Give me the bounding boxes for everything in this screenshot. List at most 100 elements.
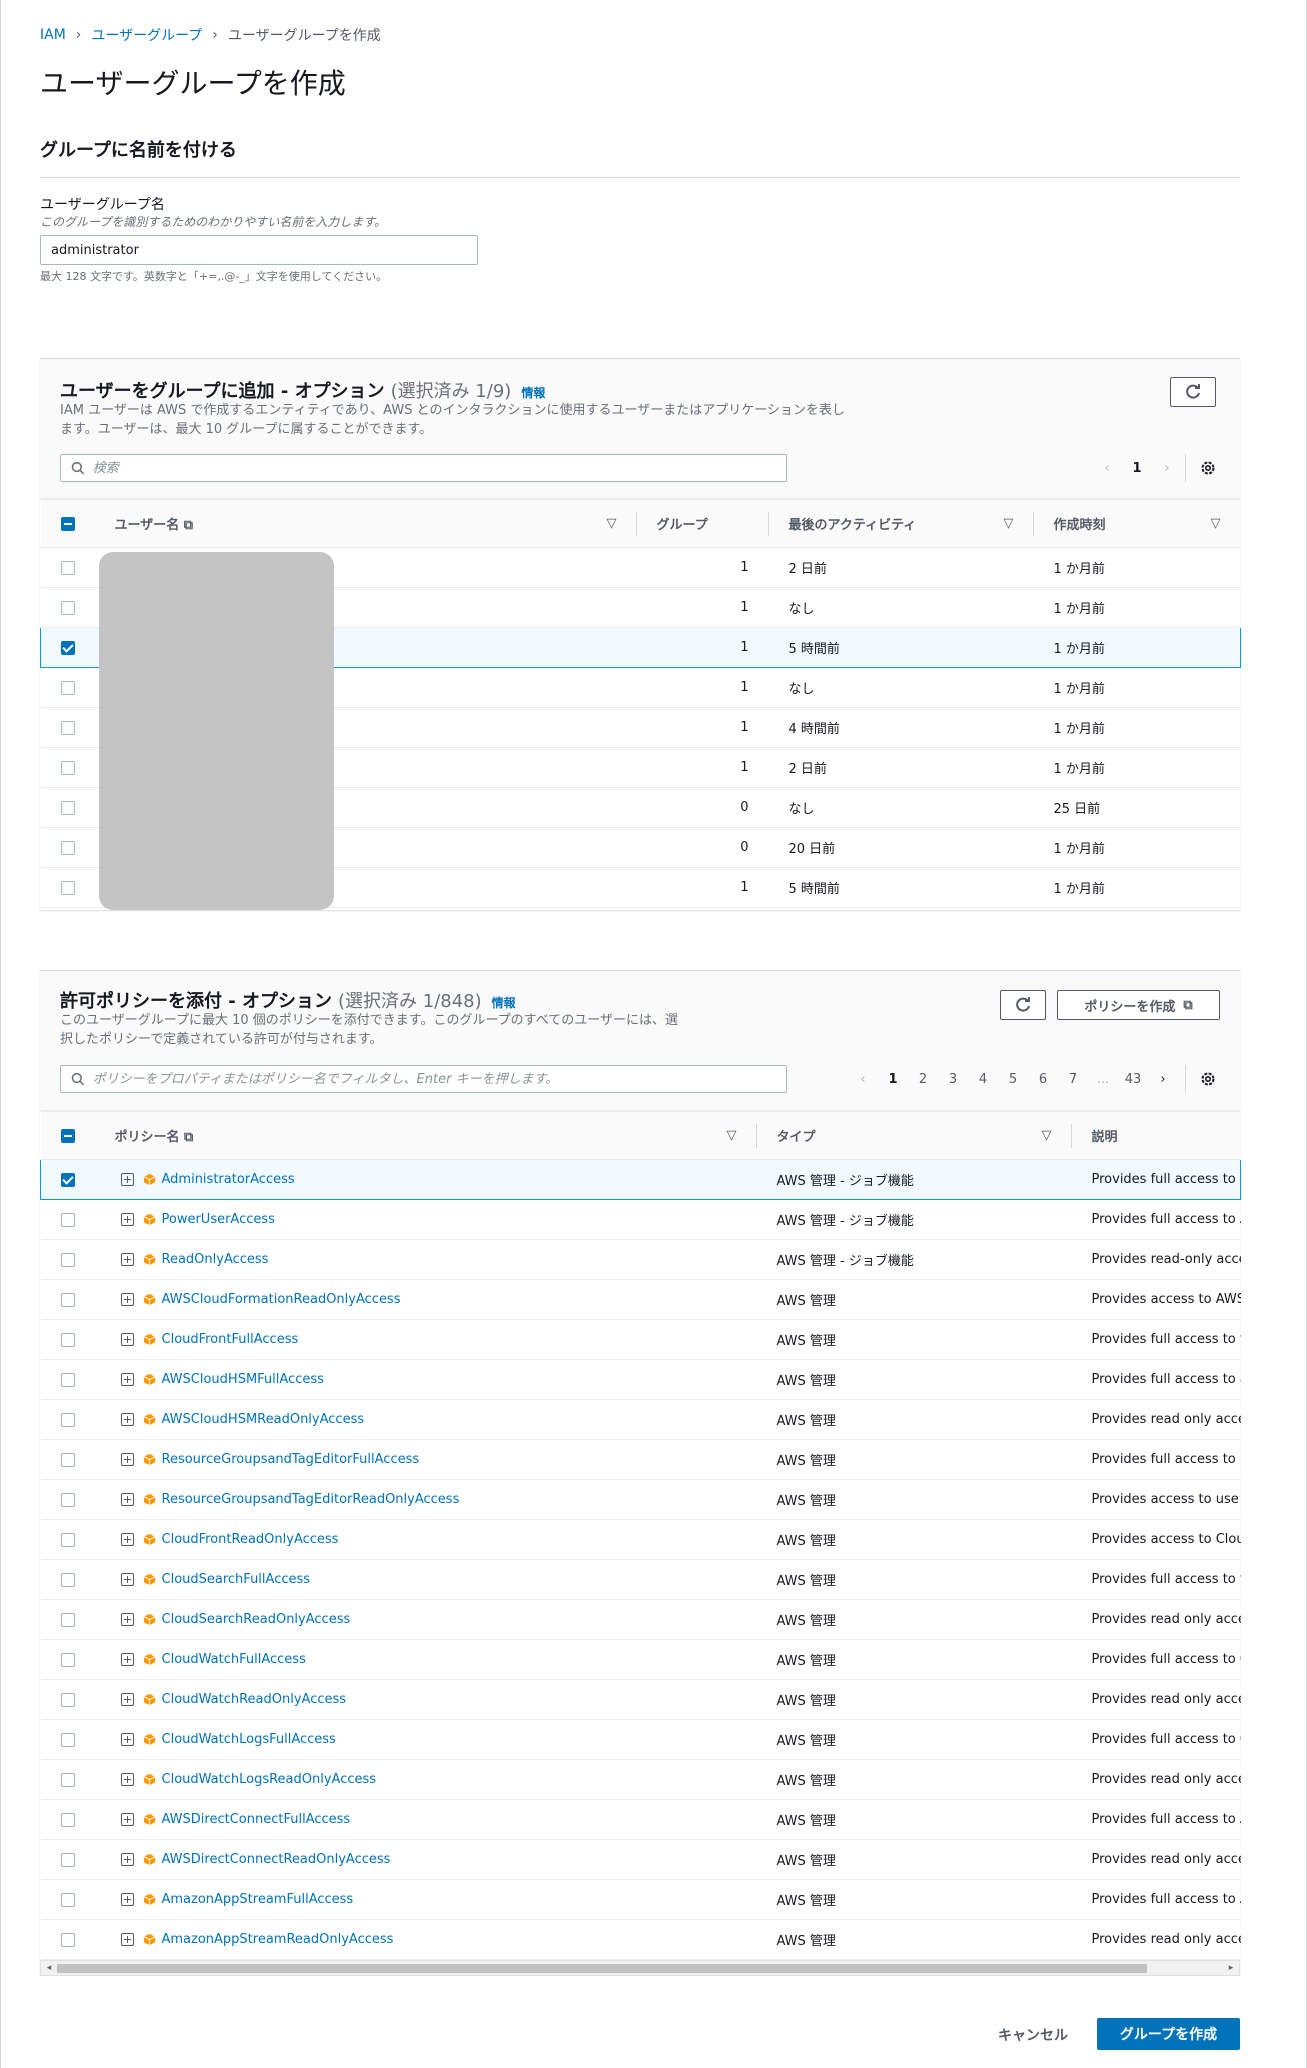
row-select[interactable]	[40, 1239, 95, 1280]
row-select[interactable]	[40, 1919, 95, 1960]
table-row[interactable]: CloudFrontReadOnlyAccess AWS 管理 Provides a…	[40, 1519, 1241, 1560]
row-checkbox[interactable]	[60, 1372, 75, 1387]
users-search-box[interactable]	[60, 454, 787, 482]
pager-page[interactable]: 1	[878, 1072, 908, 1087]
row-select[interactable]	[40, 707, 95, 748]
table-row[interactable]: CloudSearchReadOnlyAccess AWS 管理 Provides …	[40, 1599, 1241, 1640]
expand-plus-icon[interactable]	[120, 1893, 134, 1906]
create-group-button[interactable]: グループを作成	[1097, 2018, 1240, 2050]
row-checkbox[interactable]	[60, 1532, 75, 1547]
row-checkbox[interactable]	[60, 1772, 75, 1787]
expand-plus-icon[interactable]	[120, 1213, 134, 1226]
row-checkbox[interactable]	[60, 1812, 75, 1827]
expand-plus-icon[interactable]	[120, 1413, 134, 1426]
select-all-users[interactable]	[40, 499, 95, 548]
table-row[interactable]: AWSCloudFormationReadOnlyAccess AWS 管理 Pro…	[40, 1279, 1241, 1320]
policy-name-link[interactable]: AWSCloudFormationReadOnlyAccess	[162, 1292, 401, 1307]
table-row[interactable]: CloudFrontFullAccess AWS 管理 Provides full …	[40, 1319, 1241, 1360]
expand-plus-icon[interactable]	[120, 1453, 134, 1466]
policy-name-link[interactable]: CloudWatchReadOnlyAccess	[162, 1692, 347, 1707]
row-select[interactable]	[40, 1679, 95, 1720]
col-description[interactable]: 説明	[1071, 1111, 1241, 1160]
breadcrumb-user-groups[interactable]: ユーザーグループ	[91, 25, 202, 45]
row-checkbox[interactable]	[60, 720, 75, 735]
col-type[interactable]: タイプ ▽	[756, 1111, 1072, 1160]
row-select[interactable]	[40, 1559, 95, 1600]
table-row[interactable]: CloudSearchFullAccess AWS 管理 Provides full…	[40, 1559, 1241, 1600]
table-row[interactable]: AdministratorAccess AWS 管理 - ジョブ機能 Provide…	[40, 1159, 1241, 1200]
select-all-checkbox[interactable]	[60, 1128, 75, 1143]
refresh-policies-button[interactable]	[1000, 990, 1046, 1020]
select-all-checkbox[interactable]	[60, 516, 75, 531]
row-select[interactable]	[40, 867, 95, 908]
table-row[interactable]: AWSDirectConnectReadOnlyAccess AWS 管理 Prov…	[40, 1839, 1241, 1880]
table-row[interactable]: AWSDirectConnectFullAccess AWS 管理 Provides…	[40, 1799, 1241, 1840]
row-select[interactable]	[40, 1439, 95, 1480]
policy-name-link[interactable]: AWSDirectConnectFullAccess	[162, 1812, 351, 1827]
expand-plus-icon[interactable]	[120, 1933, 134, 1946]
expand-plus-icon[interactable]	[120, 1173, 134, 1186]
col-username[interactable]: ユーザー名 ⧉ ▽	[94, 499, 637, 548]
pager-page[interactable]: 6	[1028, 1072, 1058, 1087]
row-checkbox[interactable]	[60, 560, 75, 575]
group-name-input[interactable]	[40, 235, 478, 265]
scroll-left-icon[interactable]: ◂	[41, 1961, 57, 1975]
policy-table-scrollbar[interactable]: ◂ ▸	[40, 1960, 1240, 1976]
users-info-link[interactable]: 情報	[521, 384, 545, 401]
row-select[interactable]	[40, 1799, 95, 1840]
pager-prev-icon[interactable]: ‹	[1092, 461, 1122, 476]
row-select[interactable]	[40, 667, 95, 708]
scroll-right-icon[interactable]: ▸	[1223, 1961, 1239, 1975]
policy-name-link[interactable]: AmazonAppStreamFullAccess	[162, 1892, 354, 1907]
policy-name-link[interactable]: CloudFrontReadOnlyAccess	[162, 1532, 339, 1547]
policy-name-link[interactable]: CloudWatchLogsReadOnlyAccess	[162, 1772, 377, 1787]
table-row[interactable]: ReadOnlyAccess AWS 管理 - ジョブ機能 Provides rea…	[40, 1239, 1241, 1280]
table-row[interactable]: PowerUserAccess AWS 管理 - ジョブ機能 Provides fu…	[40, 1199, 1241, 1240]
row-checkbox[interactable]	[60, 1412, 75, 1427]
row-checkbox[interactable]	[60, 1932, 75, 1947]
pager-page[interactable]: 4	[968, 1072, 998, 1087]
users-search-input[interactable]	[92, 460, 786, 476]
pager-next-icon[interactable]: ›	[1148, 1072, 1178, 1087]
policy-name-link[interactable]: ResourceGroupsandTagEditorReadOnlyAccess	[162, 1492, 460, 1507]
row-select[interactable]	[40, 547, 95, 588]
expand-plus-icon[interactable]	[120, 1733, 134, 1746]
table-row[interactable]: CloudWatchLogsFullAccess AWS 管理 Provides f…	[40, 1719, 1241, 1760]
row-checkbox[interactable]	[60, 600, 75, 615]
row-checkbox[interactable]	[60, 1732, 75, 1747]
table-row[interactable]: AmazonAppStreamReadOnlyAccess AWS 管理 Provi…	[40, 1919, 1241, 1960]
row-checkbox[interactable]	[60, 1452, 75, 1467]
policy-search-box[interactable]	[60, 1065, 787, 1093]
row-checkbox[interactable]	[61, 1172, 75, 1187]
expand-plus-icon[interactable]	[120, 1613, 134, 1626]
table-row[interactable]: CloudWatchLogsReadOnlyAccess AWS 管理 Provid…	[40, 1759, 1241, 1800]
policy-name-link[interactable]: AWSDirectConnectReadOnlyAccess	[162, 1852, 391, 1867]
row-select[interactable]	[40, 1159, 95, 1200]
policy-name-link[interactable]: PowerUserAccess	[162, 1212, 275, 1227]
breadcrumb-iam[interactable]: IAM	[40, 27, 66, 43]
row-checkbox[interactable]	[60, 680, 75, 695]
expand-plus-icon[interactable]	[120, 1653, 134, 1666]
table-row[interactable]: AWSCloudHSMReadOnlyAccess AWS 管理 Provides …	[40, 1399, 1241, 1440]
pager-next-icon[interactable]: ›	[1152, 461, 1182, 476]
gear-icon[interactable]	[1198, 458, 1218, 478]
row-checkbox[interactable]	[60, 1332, 75, 1347]
expand-plus-icon[interactable]	[120, 1773, 134, 1786]
row-checkbox[interactable]	[60, 1252, 75, 1267]
pager-page[interactable]: 5	[998, 1072, 1028, 1087]
expand-plus-icon[interactable]	[120, 1373, 134, 1386]
pager-page[interactable]: 3	[938, 1072, 968, 1087]
pager-page[interactable]: 43	[1118, 1072, 1148, 1087]
col-policy-name[interactable]: ポリシー名 ⧉ ▽	[94, 1111, 757, 1160]
row-checkbox[interactable]	[60, 1212, 75, 1227]
row-checkbox[interactable]	[60, 1852, 75, 1867]
expand-plus-icon[interactable]	[120, 1253, 134, 1266]
table-row[interactable]: AmazonAppStreamFullAccess AWS 管理 Provides …	[40, 1879, 1241, 1920]
policy-name-link[interactable]: CloudWatchLogsFullAccess	[162, 1732, 336, 1747]
row-checkbox[interactable]	[60, 1492, 75, 1507]
policy-info-link[interactable]: 情報	[492, 994, 516, 1011]
row-checkbox[interactable]	[60, 1572, 75, 1587]
row-select[interactable]	[40, 1359, 95, 1400]
row-select[interactable]	[40, 827, 95, 868]
refresh-users-button[interactable]	[1170, 377, 1216, 407]
